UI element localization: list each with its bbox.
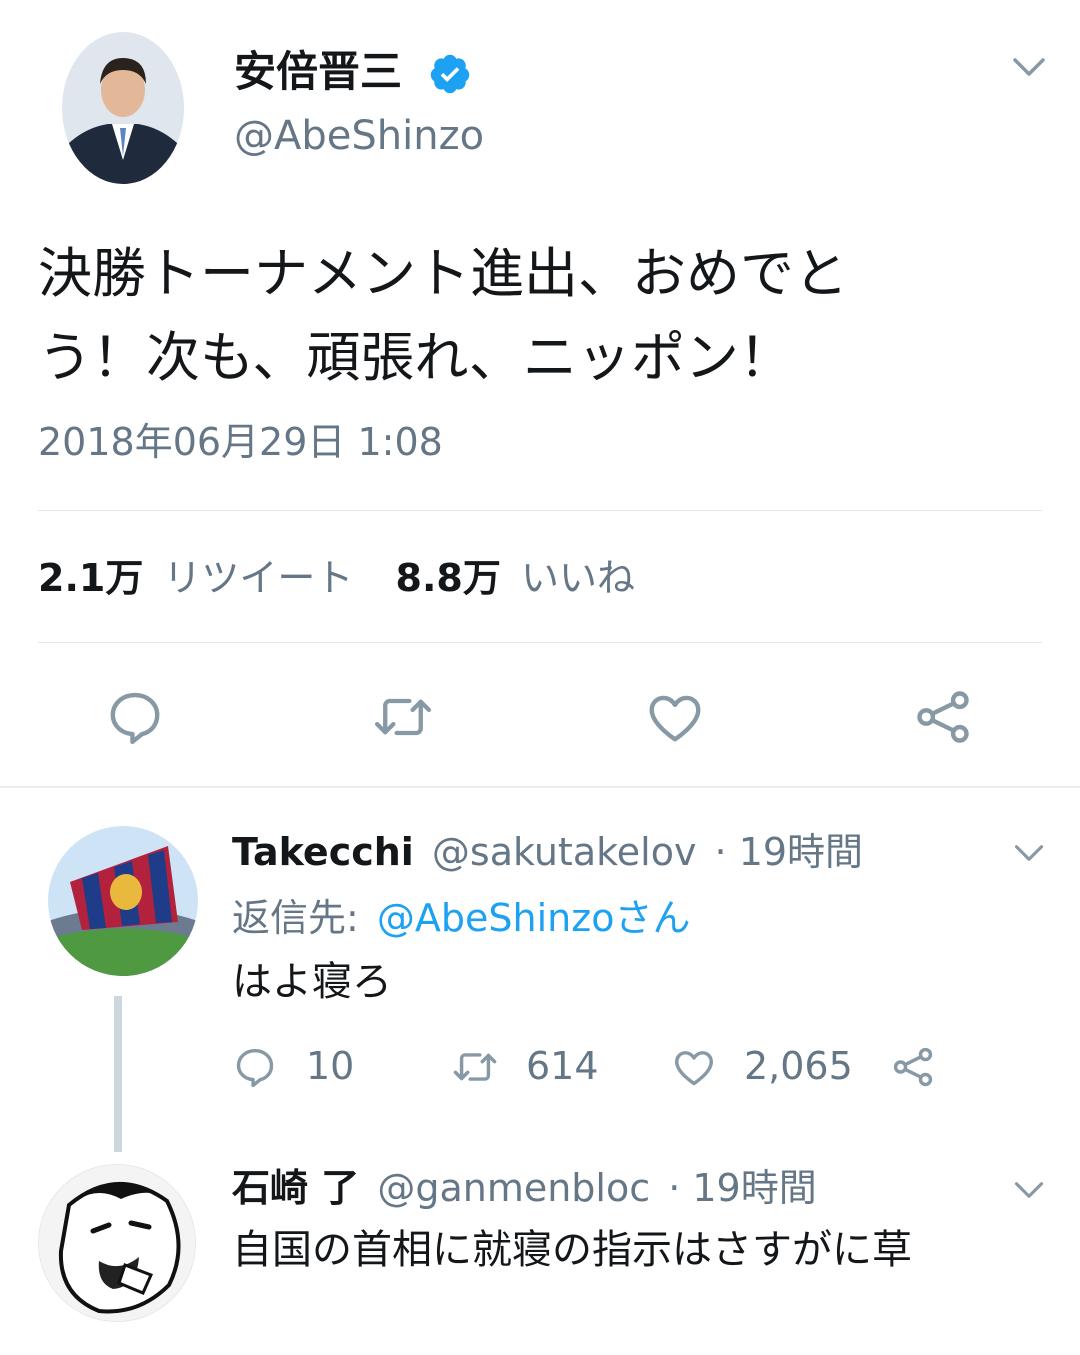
author-display-name[interactable]: 安倍晋三 [234,44,402,100]
reply-header: Takecchi @sakutakelov · 19時間 [232,826,863,878]
reply-handle[interactable]: @ganmenbloc [377,1166,650,1210]
reply-avatar[interactable] [38,1164,196,1322]
reply-avatar[interactable] [48,826,198,976]
chevron-down-icon[interactable] [1012,1178,1046,1202]
retweet-icon[interactable] [450,1044,500,1090]
reply-to-handle[interactable]: @AbeShinzoさん [377,896,691,940]
share-icon[interactable] [912,686,974,748]
like-icon[interactable] [670,1044,718,1090]
tweet-text-line-2: う！次も、頑張れ、ニッポン！ [38,326,793,389]
divider-top [38,510,1042,511]
reply-icon[interactable] [232,1044,278,1090]
retweet-count: 614 [526,1044,599,1088]
reply-header: 石崎 了 @ganmenbloc · 19時間 [232,1162,817,1214]
like-count: 2,065 [744,1044,853,1088]
like-icon[interactable] [644,686,706,748]
retweet-icon[interactable] [370,686,436,748]
reply-time[interactable]: · 19時間 [715,830,864,874]
chevron-down-icon[interactable] [1010,54,1048,80]
like-label[interactable]: いいね [521,556,635,600]
reply-time[interactable]: · 19時間 [668,1166,817,1210]
reply-count: 10 [306,1044,355,1088]
reply-text: はよ寝ろ [232,959,392,1005]
retweet-count[interactable]: 2.1万 [38,556,143,600]
reply-to-line: 返信先: @AbeShinzoさん [232,892,690,944]
author-avatar[interactable] [62,32,184,184]
share-icon[interactable] [890,1044,936,1090]
reply-text: 自国の首相に就寝の指示はさすがに草 [232,1227,912,1273]
tweet-timestamp[interactable]: 2018年06月29日 1:08 [38,414,443,470]
section-separator [0,786,1080,788]
reply-display-name[interactable]: Takecchi [232,830,414,874]
like-count[interactable]: 8.8万 [396,556,501,600]
thread-line [114,996,122,1152]
reply-to-label: 返信先: [232,896,359,940]
author-handle[interactable]: @AbeShinzo [234,108,484,164]
reply-display-name[interactable]: 石崎 了 [232,1166,359,1210]
reply-icon[interactable] [104,686,166,748]
verified-badge-icon [428,52,472,96]
reply-handle[interactable]: @sakutakelov [432,830,697,874]
divider-middle [38,642,1042,643]
retweet-label[interactable]: リツイート [163,556,353,600]
chevron-down-icon[interactable] [1012,841,1046,865]
tweet-text-line-1: 決勝トーナメント進出、おめでと [38,242,848,305]
tweet-stats: 2.1万 リツイート 8.8万 いいね [38,548,635,608]
